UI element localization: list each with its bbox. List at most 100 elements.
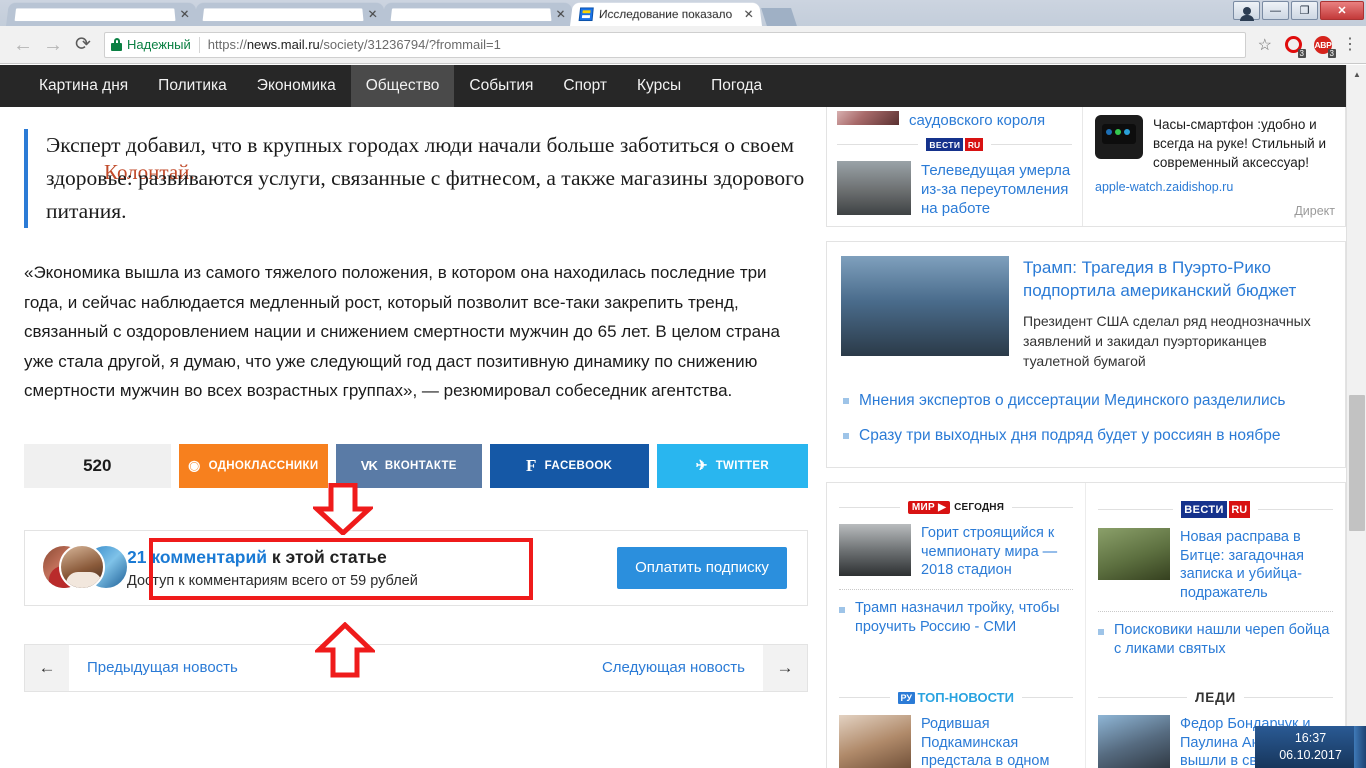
twitter-icon: ✈ — [695, 457, 708, 473]
vesti-ru-badge: ВЕСТИ RU — [1181, 501, 1250, 518]
back-button[interactable]: ← — [8, 35, 38, 55]
grid-row-1: МИР ▶ СЕГОДНЯ Горит строящийся к чемпиона… — [827, 483, 1345, 672]
news-link[interactable]: Горит строящийся к чемпионату мира — 201… — [921, 524, 1073, 580]
maximize-button[interactable]: ❐ — [1291, 1, 1318, 20]
nav-item-kartina-dnya[interactable]: Картина дня — [24, 65, 143, 107]
list-item[interactable]: Телеведущая умерла из-за переутомления н… — [837, 157, 1072, 218]
next-news-link[interactable]: Следующая новость — [584, 659, 763, 676]
news-link[interactable]: саудовского короля — [909, 111, 1045, 130]
sidebar-featured-panel: Трамп: Трагедия в Пуэрто-Рико подпортила… — [826, 241, 1346, 468]
address-bar[interactable]: Надежный https://news.mail.ru/society/31… — [104, 31, 1246, 58]
minimize-button[interactable]: — — [1262, 1, 1289, 20]
page-scrollbar[interactable]: ▲ ▼ — [1346, 65, 1366, 768]
ledi-badge: ЛЕДИ — [1195, 690, 1236, 705]
news-link[interactable]: Мнения экспертов о диссертации Мединског… — [859, 390, 1286, 411]
facebook-icon: f — [525, 455, 537, 475]
grid-cell-mir-segodnya: МИР ▶ СЕГОДНЯ Горит строящийся к чемпиона… — [827, 483, 1086, 672]
scroll-up-button[interactable]: ▲ — [1347, 65, 1366, 83]
news-link[interactable]: Родившая Подкаминская предстала в одном … — [921, 715, 1073, 768]
next-arrow-icon[interactable]: → — [763, 644, 807, 691]
article-paragraph: «Экономика вышла из самого тяжелого поло… — [24, 263, 780, 400]
share-count: 520 — [24, 443, 171, 488]
comments-subscription-card: 21 комментарий к этой статье Доступ к ко… — [24, 529, 808, 606]
smartwatch-icon — [1095, 115, 1143, 159]
comments-count-link[interactable]: 21 комментарий — [127, 547, 267, 567]
vesti-ru-badge: ВЕСТИ RU — [926, 138, 983, 151]
nav-item-kursy[interactable]: Курсы — [622, 65, 696, 107]
bookmark-star-icon[interactable]: ☆ — [1258, 35, 1272, 55]
news-link[interactable]: Новая расправа в Битце: загадочная запис… — [1180, 528, 1333, 602]
list-item[interactable]: Новая расправа в Битце: загадочная запис… — [1098, 524, 1333, 602]
prev-next-navigation: ← Предыдущая новость Следующая новость → — [24, 643, 808, 692]
chrome-menu-icon[interactable]: ⋮ — [1342, 37, 1358, 52]
pay-subscription-button[interactable]: Оплатить подписку — [617, 546, 787, 589]
list-item[interactable]: Трамп назначил тройку, чтобы проучить Ро… — [839, 592, 1073, 644]
featured-news-item[interactable]: Трамп: Трагедия в Пуэрто-Рико подпортила… — [827, 242, 1345, 371]
article-column: Эксперт добавил, что в крупных городах л… — [24, 107, 808, 692]
annotation-arrow-down — [313, 483, 373, 535]
bullet-square-icon — [839, 606, 845, 613]
browser-tab-2[interactable]: ✕ — [194, 2, 386, 27]
tab-strip-tail — [761, 8, 797, 26]
nav-item-politika[interactable]: Политика — [143, 65, 242, 107]
odnoklassniki-icon: ◉ — [188, 457, 201, 473]
divider — [839, 588, 1073, 590]
list-item[interactable]: Сразу три выходных дня подряд будет у ро… — [843, 418, 1331, 453]
nav-item-sobytiya[interactable]: События — [454, 65, 548, 107]
adblock-plus-icon[interactable]: ABP 3 — [1312, 34, 1336, 58]
browser-tab-active[interactable]: Исследование показало ✕ — [570, 2, 762, 27]
tab-close-icon[interactable]: ✕ — [178, 7, 191, 21]
extension-badge: 3 — [1327, 48, 1336, 58]
opera-vpn-icon[interactable]: 3 — [1282, 34, 1306, 58]
browser-tab-1[interactable]: ✕ — [6, 2, 198, 27]
clock-date: 06.10.2017 — [1279, 748, 1342, 762]
share-odnoklassniki-button[interactable]: ◉ Одноклассники — [178, 443, 328, 488]
list-item[interactable]: Горит строящийся к чемпионату мира — 201… — [839, 520, 1073, 580]
featured-news-title[interactable]: Трамп: Трагедия в Пуэрто-Рико подпортила… — [1023, 256, 1331, 302]
comments-title[interactable]: 21 комментарий к этой статье — [127, 547, 617, 568]
list-item[interactable]: саудовского короля — [837, 107, 1072, 130]
nav-item-pogoda[interactable]: Погода — [696, 65, 777, 107]
news-link[interactable]: Поисковики нашли череп бойца с ликами св… — [1114, 621, 1333, 659]
share-label: Twitter — [715, 459, 769, 472]
share-label: ВКонтакте — [384, 459, 457, 472]
scrollbar-thumb[interactable] — [1349, 395, 1365, 531]
nav-item-obshchestvo[interactable]: Общество — [350, 65, 455, 107]
featured-bullet-list: Мнения экспертов о диссертации Мединског… — [827, 371, 1345, 467]
list-item[interactable]: Поисковики нашли череп бойца с ликами св… — [1098, 614, 1333, 666]
news-link[interactable]: Сразу три выходных дня подряд будет у ро… — [859, 425, 1280, 446]
tab-close-icon[interactable]: ✕ — [366, 7, 379, 21]
taskbar-show-desktop[interactable] — [1354, 726, 1366, 768]
browser-tab-3[interactable]: ✕ — [382, 2, 574, 27]
windows-taskbar-clock[interactable]: 16:37 06.10.2017 — [1255, 726, 1366, 768]
nav-item-ekonomika[interactable]: Экономика — [242, 65, 351, 107]
user-profile-button[interactable] — [1233, 1, 1260, 21]
tab-close-icon[interactable]: ✕ — [554, 7, 567, 21]
share-twitter-button[interactable]: ✈ Twitter — [656, 443, 808, 488]
bullet-square-icon — [843, 398, 849, 404]
ad-url-link[interactable]: apple-watch.zaidishop.ru — [1095, 180, 1335, 194]
rutop-novosti-badge: РУ ТОП-НОВОСТИ — [898, 690, 1014, 705]
list-item[interactable]: Родившая Подкаминская предстала в одном … — [839, 711, 1073, 768]
ad-provider-label: Директ — [1294, 204, 1335, 218]
tab-close-icon[interactable]: ✕ — [742, 7, 755, 21]
forward-button[interactable]: → — [38, 35, 68, 55]
share-facebook-button[interactable]: f Facebook — [489, 443, 649, 488]
nav-item-sport[interactable]: Спорт — [548, 65, 622, 107]
news-link[interactable]: Телеведущая умерла из-за переутомления н… — [921, 161, 1072, 218]
share-label: Facebook — [544, 459, 613, 472]
vkontakte-icon: VK — [360, 458, 378, 473]
tab-title — [390, 7, 552, 21]
grid-cell-rutop-novosti: РУ ТОП-НОВОСТИ Родившая Подкаминская пред… — [827, 672, 1086, 768]
share-vkontakte-button[interactable]: VK ВКонтакте — [335, 443, 482, 488]
list-item[interactable]: Мнения экспертов о диссертации Мединског… — [843, 383, 1331, 418]
saudi-king-thumb — [837, 111, 899, 125]
news-link[interactable]: Трамп назначил тройку, чтобы проучить Ро… — [855, 599, 1073, 637]
prev-news-link[interactable]: Предыдущая новость — [69, 659, 256, 676]
avatar — [59, 543, 105, 590]
prev-arrow-icon[interactable]: ← — [25, 644, 69, 691]
couple-thumb — [1098, 715, 1170, 768]
close-window-button[interactable]: ✕ — [1320, 1, 1364, 20]
browser-toolbar: ← → ⟳ Надежный https://news.mail.ru/soci… — [0, 26, 1366, 64]
reload-button[interactable]: ⟳ — [68, 35, 98, 54]
